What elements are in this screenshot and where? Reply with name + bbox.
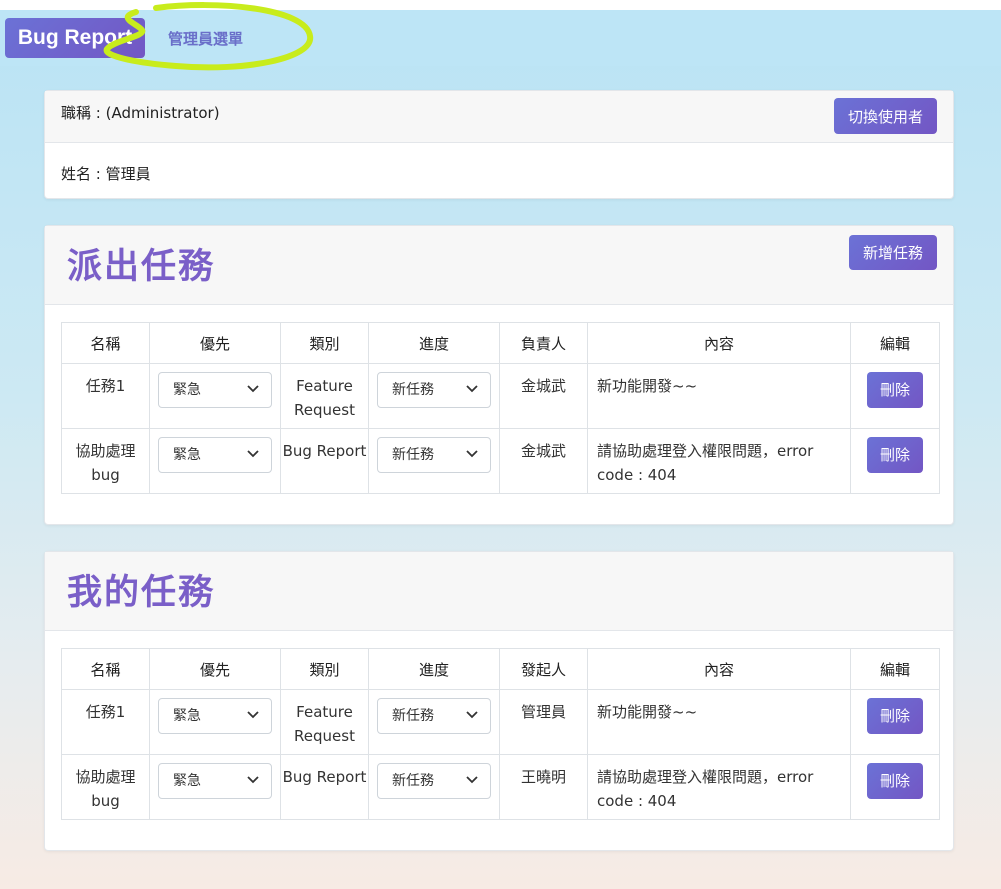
priority-select[interactable]: 緊急: [158, 763, 272, 799]
priority-select[interactable]: 緊急: [158, 437, 272, 473]
task-content: 請協助處理登入權限問題，error code : 404: [587, 754, 851, 820]
column-header: 編輯: [850, 648, 940, 690]
column-header: 內容: [587, 648, 851, 690]
progress-value: 新任務: [392, 447, 434, 463]
task-category: Feature Request: [280, 363, 369, 429]
chevron-down-icon: [247, 450, 259, 458]
task-content: 請協助處理登入權限問題，error code : 404: [587, 428, 851, 494]
column-header: 優先: [149, 648, 281, 690]
chevron-down-icon: [247, 711, 259, 719]
priority-value: 緊急: [173, 382, 201, 398]
column-header: 類別: [280, 648, 369, 690]
column-header: 進度: [368, 648, 500, 690]
task-name: 協助處理bug: [61, 754, 150, 820]
chevron-down-icon: [466, 450, 478, 458]
assigned-tasks-card: 派出任務 新增任務 名稱 優先 類別 進度 負責人 內容 編輯 任務1 緊急 F…: [44, 225, 954, 525]
task-content: 新功能開發~~: [587, 689, 851, 755]
delete-button[interactable]: 刪除: [867, 437, 923, 473]
column-header: 內容: [587, 322, 851, 364]
user-title-text: 職稱 : (Administrator): [61, 104, 220, 122]
task-content: 新功能開發~~: [587, 363, 851, 429]
top-strip: [0, 0, 1001, 10]
progress-select[interactable]: 新任務: [377, 763, 491, 799]
priority-select[interactable]: 緊急: [158, 698, 272, 734]
my-tasks-card: 我的任務 名稱 優先 類別 進度 發起人 內容 編輯 任務1 緊急 Featur…: [44, 551, 954, 851]
progress-select[interactable]: 新任務: [377, 437, 491, 473]
chevron-down-icon: [247, 385, 259, 393]
column-header: 負責人: [499, 322, 588, 364]
admin-menu-link[interactable]: 管理員選單: [168, 28, 243, 49]
user-info-card: 職稱 : (Administrator) 切換使用者 姓名 : 管理員: [44, 90, 954, 199]
progress-value: 新任務: [392, 773, 434, 789]
assigned-tasks-title: 派出任務: [67, 247, 216, 287]
column-header: 優先: [149, 322, 281, 364]
column-header: 發起人: [499, 648, 588, 690]
task-name: 任務1: [61, 689, 150, 755]
task-category: Feature Request: [280, 689, 369, 755]
column-header: 名稱: [61, 648, 150, 690]
assigned-tasks-header: 派出任務 新增任務: [45, 226, 953, 305]
chevron-down-icon: [247, 776, 259, 784]
chevron-down-icon: [466, 711, 478, 719]
progress-value: 新任務: [392, 382, 434, 398]
delete-button[interactable]: 刪除: [867, 372, 923, 408]
priority-value: 緊急: [173, 447, 201, 463]
column-header: 名稱: [61, 322, 150, 364]
table-header-row: 名稱 優先 類別 進度 發起人 內容 編輯: [61, 648, 940, 690]
delete-button[interactable]: 刪除: [867, 763, 923, 799]
table-row: 協助處理bug 緊急 Bug Report 新任務 王曉明 請協助處理登入權限問…: [61, 754, 940, 820]
chevron-down-icon: [466, 385, 478, 393]
priority-value: 緊急: [173, 773, 201, 789]
table-row: 任務1 緊急 Feature Request 新任務 金城武 新功能開發~~ 刪…: [61, 363, 940, 429]
task-initiator: 管理員: [499, 689, 588, 755]
column-header: 類別: [280, 322, 369, 364]
task-assignee: 金城武: [499, 428, 588, 494]
brand-logo[interactable]: Bug Report: [5, 18, 145, 58]
progress-value: 新任務: [392, 708, 434, 724]
progress-select[interactable]: 新任務: [377, 698, 491, 734]
switch-user-button[interactable]: 切換使用者: [834, 98, 937, 134]
progress-select[interactable]: 新任務: [377, 372, 491, 408]
table-header-row: 名稱 優先 類別 進度 負責人 內容 編輯: [61, 322, 940, 364]
delete-button[interactable]: 刪除: [867, 698, 923, 734]
my-tasks-header: 我的任務: [45, 552, 953, 631]
chevron-down-icon: [466, 776, 478, 784]
task-category: Bug Report: [280, 428, 369, 494]
user-title-row: 職稱 : (Administrator) 切換使用者: [45, 91, 953, 143]
table-row: 協助處理bug 緊急 Bug Report 新任務 金城武 請協助處理登入權限問…: [61, 428, 940, 494]
task-assignee: 金城武: [499, 363, 588, 429]
task-name: 任務1: [61, 363, 150, 429]
priority-value: 緊急: [173, 708, 201, 724]
task-initiator: 王曉明: [499, 754, 588, 820]
task-name: 協助處理bug: [61, 428, 150, 494]
add-task-button[interactable]: 新增任務: [849, 235, 937, 270]
column-header: 編輯: [850, 322, 940, 364]
priority-select[interactable]: 緊急: [158, 372, 272, 408]
my-tasks-title: 我的任務: [67, 573, 216, 613]
table-row: 任務1 緊急 Feature Request 新任務 管理員 新功能開發~~ 刪…: [61, 689, 940, 755]
assigned-tasks-table: 名稱 優先 類別 進度 負責人 內容 編輯 任務1 緊急 Feature Req…: [61, 322, 940, 494]
column-header: 進度: [368, 322, 500, 364]
user-name-text: 姓名 : 管理員: [61, 165, 151, 183]
navbar: Bug Report 管理員選單: [0, 10, 1001, 66]
task-category: Bug Report: [280, 754, 369, 820]
my-tasks-table: 名稱 優先 類別 進度 發起人 內容 編輯 任務1 緊急 Feature Req…: [61, 648, 940, 820]
